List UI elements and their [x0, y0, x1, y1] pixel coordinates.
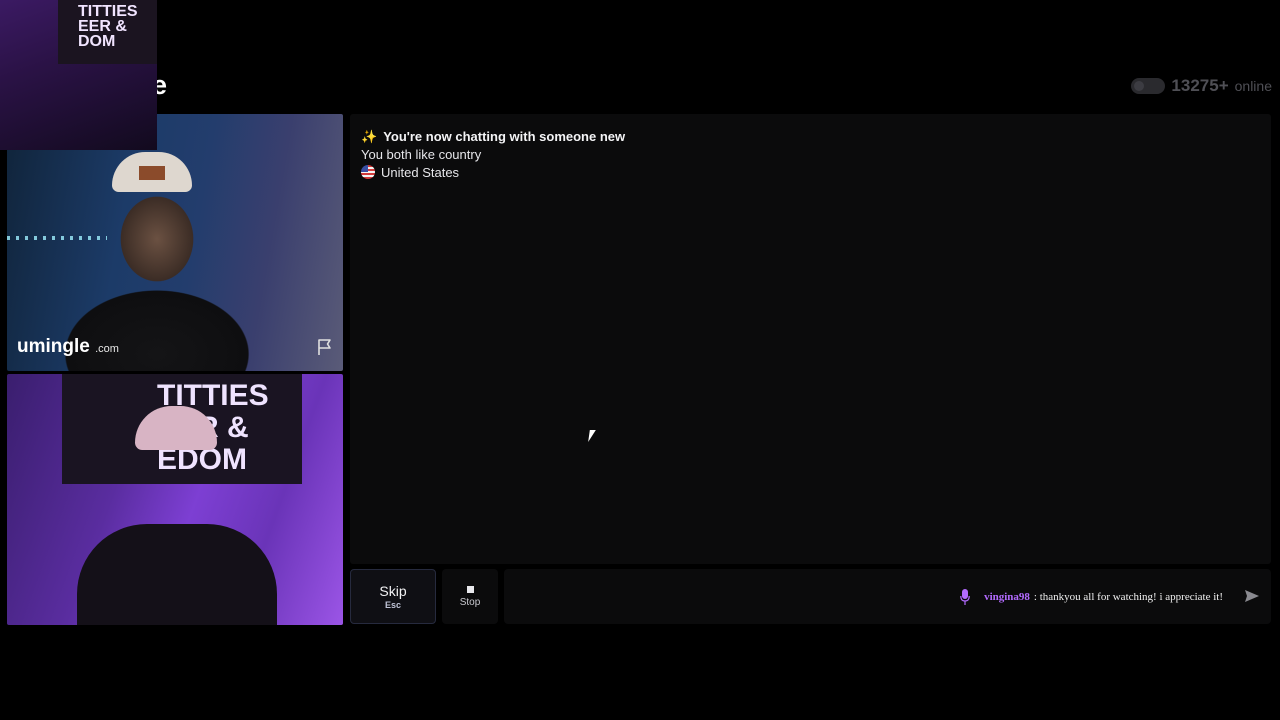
stop-label: Stop: [459, 596, 481, 608]
country-name: United States: [381, 165, 460, 180]
mouse-cursor-icon: [588, 430, 600, 442]
umingle-watermark: umingle .com: [17, 336, 119, 358]
toggle-switch[interactable]: [1131, 78, 1166, 94]
shared-interest: You both like country: [361, 147, 482, 162]
online-label: online: [1234, 78, 1272, 94]
streamer-webcam-overlay: TITTIES EER & DOM: [0, 0, 157, 150]
online-count: 13275+: [1171, 76, 1229, 95]
flag-icon[interactable]: [315, 337, 335, 357]
chat-log: ✨ You're now chatting with someone new Yo…: [350, 114, 1271, 564]
stop-button[interactable]: Stop: [442, 569, 498, 624]
alert-username: vingina98: [984, 591, 1030, 603]
skip-shortcut: Esc: [384, 600, 401, 610]
stranger-country: United States: [361, 164, 1260, 182]
message-input[interactable]: vingina98 : thankyou all for watching! i…: [504, 569, 1271, 624]
us-flag-icon: [361, 165, 375, 179]
skip-button[interactable]: Skip Esc: [350, 569, 436, 624]
led-lights: [7, 236, 107, 240]
alert-message: : thankyou all for watching! i appreciat…: [1033, 591, 1223, 603]
skip-label: Skip: [379, 583, 407, 599]
online-indicator: 13275+ online: [1131, 76, 1272, 96]
sparkles-icon: ✨: [361, 129, 378, 144]
stranger-video: umingle .com: [7, 114, 343, 371]
background-banner: TITTIES EER & DOM: [58, 0, 157, 64]
stranger-cap: [112, 152, 192, 192]
status-message: ✨ You're now chatting with someone new: [361, 128, 1260, 146]
brand-main: umingle: [17, 336, 90, 357]
send-icon[interactable]: [1244, 589, 1260, 603]
status-title: You're now chatting with someone new: [383, 129, 626, 144]
microphone-icon: [960, 589, 970, 605]
self-video: TITTIES EER & EDOM: [7, 374, 343, 625]
stream-alert: vingina98 : thankyou all for watching! i…: [960, 589, 1223, 605]
banner-text: TITTIES EER & DOM: [78, 3, 138, 50]
brand-suffix: .com: [95, 343, 119, 355]
self-shirt: [77, 524, 277, 625]
stop-icon: [466, 585, 474, 593]
